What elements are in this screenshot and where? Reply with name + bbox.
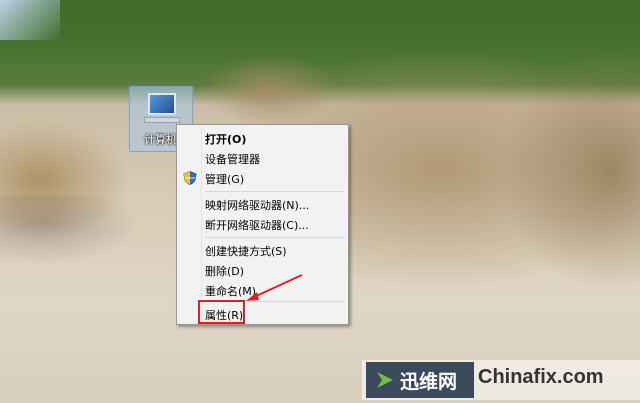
red-arrow-icon xyxy=(246,274,303,301)
menu-item-create-shortcut[interactable]: 创建快捷方式(S) xyxy=(179,240,346,260)
menu-item-label: 映射网络驱动器(N)... xyxy=(205,199,310,212)
shield-icon xyxy=(183,171,197,185)
menu-item-map-drive[interactable]: 映射网络驱动器(N)... xyxy=(179,194,346,214)
menu-item-disconnect-drive[interactable]: 断开网络驱动器(C)... xyxy=(179,214,346,234)
menu-separator xyxy=(205,237,344,238)
wallpaper-sky xyxy=(0,0,60,40)
computer-base-icon xyxy=(144,117,180,123)
menu-item-open[interactable]: 打开(O) xyxy=(179,128,346,148)
menu-item-label: 打开(O) xyxy=(205,133,247,146)
wallpaper-shadow xyxy=(0,195,140,265)
computer-icon xyxy=(148,93,176,115)
menu-item-label: 管理(G) xyxy=(205,173,245,186)
play-arrow-icon xyxy=(377,372,393,388)
menu-separator xyxy=(205,191,344,192)
menu-item-manage[interactable]: 管理(G) xyxy=(179,168,346,188)
watermark-domain: Chinafix.com xyxy=(478,366,604,388)
watermark-brand: 迅维网 xyxy=(400,370,458,393)
menu-item-label: 断开网络驱动器(C)... xyxy=(205,219,309,232)
watermark-logo: 迅维网 xyxy=(366,362,474,398)
menu-item-label: 创建快捷方式(S) xyxy=(205,245,287,258)
menu-item-label: 删除(D) xyxy=(205,265,245,278)
menu-item-label: 设备管理器 xyxy=(205,153,260,166)
properties-highlight-box xyxy=(198,300,245,324)
menu-item-device-manager[interactable]: 设备管理器 xyxy=(179,148,346,168)
